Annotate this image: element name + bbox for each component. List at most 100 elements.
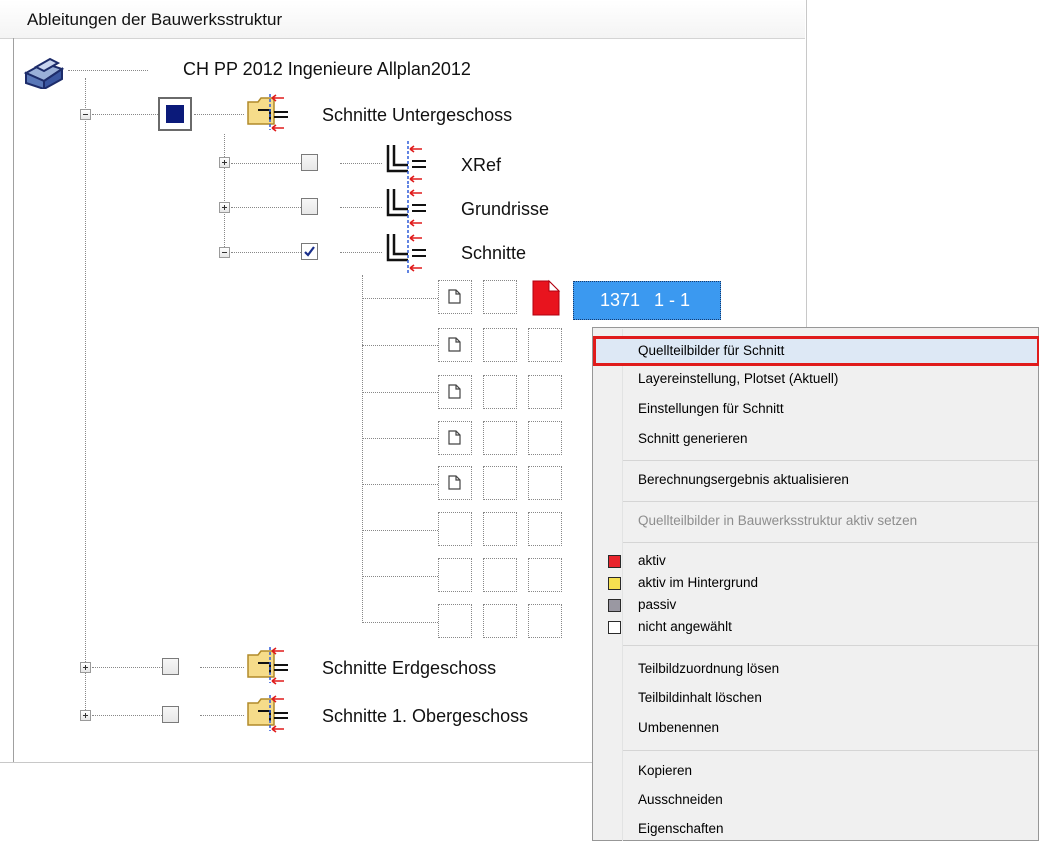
menu-separator	[623, 750, 1038, 751]
status-cell[interactable]	[483, 328, 517, 362]
menu-item-teilbildinhalt-loeschen[interactable]: Teilbildinhalt löschen	[593, 685, 1039, 711]
expand-toggle[interactable]	[80, 662, 91, 673]
menu-item-label: passiv	[638, 597, 677, 612]
status-cell[interactable]	[528, 558, 562, 592]
document-icon	[448, 475, 461, 490]
tree-connector	[231, 207, 301, 208]
tree-root-label[interactable]: CH PP 2012 Ingenieure Allplan2012	[183, 59, 471, 80]
section-icon	[386, 185, 426, 229]
panel-left-border	[13, 38, 14, 762]
tree-group-label[interactable]: Schnitte Erdgeschoss	[322, 658, 496, 679]
status-cell[interactable]	[528, 604, 562, 638]
menu-separator	[623, 645, 1038, 646]
tree-group-label[interactable]: Schnitte 1. Obergeschoss	[322, 706, 528, 727]
menu-item-label: aktiv	[638, 553, 666, 568]
drawing-file-cell[interactable]	[438, 421, 472, 455]
drawing-file-cell[interactable]	[438, 375, 472, 409]
menu-item-ausschneiden[interactable]: Ausschneiden	[593, 787, 1039, 813]
panel-header: Ableitungen der Bauwerksstruktur	[0, 0, 805, 39]
document-icon	[448, 337, 461, 352]
tree-connector	[231, 163, 301, 164]
status-cell[interactable]	[483, 558, 517, 592]
drawing-file-cell[interactable]	[438, 558, 472, 592]
tree-connector	[200, 715, 244, 716]
tree-connector	[340, 163, 382, 164]
collapse-toggle[interactable]	[80, 109, 91, 120]
status-cell[interactable]	[483, 512, 517, 546]
menu-item-aktiv[interactable]: aktiv	[593, 550, 1039, 572]
tree-connector	[362, 275, 363, 623]
tree-group-label[interactable]: Schnitte Untergeschoss	[322, 105, 512, 126]
tree-connector	[362, 438, 438, 439]
expand-toggle[interactable]	[219, 157, 230, 168]
document-icon	[448, 384, 461, 399]
group-checkbox-untergeschoss[interactable]	[158, 97, 192, 131]
menu-item-aktiv-im-hintergrund[interactable]: aktiv im Hintergrund	[593, 572, 1039, 594]
menu-item-nicht-angewaehlt[interactable]: nicht angewählt	[593, 616, 1039, 638]
selected-item-name: 1 - 1	[654, 290, 691, 310]
tree-subgroup-label[interactable]: XRef	[461, 155, 501, 176]
status-cell[interactable]	[483, 421, 517, 455]
red-swatch-icon	[608, 555, 621, 568]
gray-swatch-icon	[608, 599, 621, 612]
white-swatch-icon	[608, 621, 621, 634]
menu-separator	[623, 501, 1038, 502]
folder-section-icon	[247, 647, 288, 685]
menu-item-label: Teilbildinhalt löschen	[638, 690, 762, 705]
building-model-icon[interactable]	[22, 53, 66, 89]
status-cell[interactable]	[483, 375, 517, 409]
section-icon	[386, 230, 426, 274]
menu-item-label: Quellteilbilder in Bauwerksstruktur akti…	[638, 513, 918, 528]
menu-item-schnitt-generieren[interactable]: Schnitt generieren	[593, 426, 1039, 452]
selected-item-number: 1371	[600, 290, 641, 310]
expand-toggle[interactable]	[80, 710, 91, 721]
group-checkbox-erdgeschoss[interactable]	[162, 658, 179, 675]
checkmark-icon	[304, 246, 315, 257]
drawing-file-cell[interactable]	[438, 328, 472, 362]
tree-connector	[92, 667, 162, 668]
drawing-file-cell[interactable]	[438, 466, 472, 500]
menu-item-berechnungsergebnis-aktualisieren[interactable]: Berechnungsergebnis aktualisieren	[593, 467, 1039, 493]
group-checkbox-obergeschoss[interactable]	[162, 706, 179, 723]
collapse-toggle[interactable]	[219, 247, 230, 258]
expand-toggle[interactable]	[219, 202, 230, 213]
drawing-file-cell[interactable]	[438, 512, 472, 546]
drawing-file-cell[interactable]	[438, 280, 472, 314]
status-cell[interactable]	[483, 604, 517, 638]
menu-item-layereinstellung-plotset[interactable]: Layereinstellung, Plotset (Aktuell)	[593, 366, 1039, 392]
tree-connector	[92, 715, 162, 716]
selected-drawing-item[interactable]: 1371 1 - 1	[573, 281, 721, 320]
subgroup-checkbox-xref[interactable]	[301, 154, 318, 171]
tree-connector	[200, 667, 244, 668]
folder-section-icon	[247, 94, 288, 132]
menu-item-eigenschaften[interactable]: Eigenschaften	[593, 816, 1039, 842]
menu-item-umbenennen[interactable]: Umbenennen	[593, 715, 1039, 741]
menu-item-label: Quellteilbilder für Schnitt	[638, 343, 785, 358]
menu-item-kopieren[interactable]: Kopieren	[593, 758, 1039, 784]
menu-item-label: Layereinstellung, Plotset (Aktuell)	[638, 371, 839, 386]
subgroup-checkbox-grundrisse[interactable]	[301, 198, 318, 215]
status-cell[interactable]	[528, 421, 562, 455]
subgroup-checkbox-schnitte[interactable]	[301, 243, 318, 260]
status-cell[interactable]	[528, 328, 562, 362]
menu-item-quellteilbilder-aktiv-setzen: Quellteilbilder in Bauwerksstruktur akti…	[593, 508, 1039, 534]
status-cell[interactable]	[528, 466, 562, 500]
menu-item-quellteilbilder-fuer-schnitt[interactable]: Quellteilbilder für Schnitt	[593, 336, 1039, 366]
menu-item-passiv[interactable]: passiv	[593, 594, 1039, 616]
status-cell[interactable]	[528, 512, 562, 546]
menu-item-einstellungen-fuer-schnitt[interactable]: Einstellungen für Schnitt	[593, 396, 1039, 422]
status-cell[interactable]	[483, 280, 517, 314]
tree-connector	[68, 70, 148, 71]
status-cell[interactable]	[483, 466, 517, 500]
status-cell[interactable]	[528, 375, 562, 409]
menu-item-label: Schnitt generieren	[638, 431, 748, 446]
tree-subgroup-label[interactable]: Schnitte	[461, 243, 526, 264]
menu-item-teilbildzuordnung-loesen[interactable]: Teilbildzuordnung lösen	[593, 656, 1039, 682]
tree-connector	[362, 576, 438, 577]
tree-connector	[362, 622, 438, 623]
menu-item-label: Teilbildzuordnung lösen	[638, 661, 780, 676]
tree-subgroup-label[interactable]: Grundrisse	[461, 199, 549, 220]
tree-connector	[362, 530, 438, 531]
yellow-swatch-icon	[608, 577, 621, 590]
drawing-file-cell[interactable]	[438, 604, 472, 638]
